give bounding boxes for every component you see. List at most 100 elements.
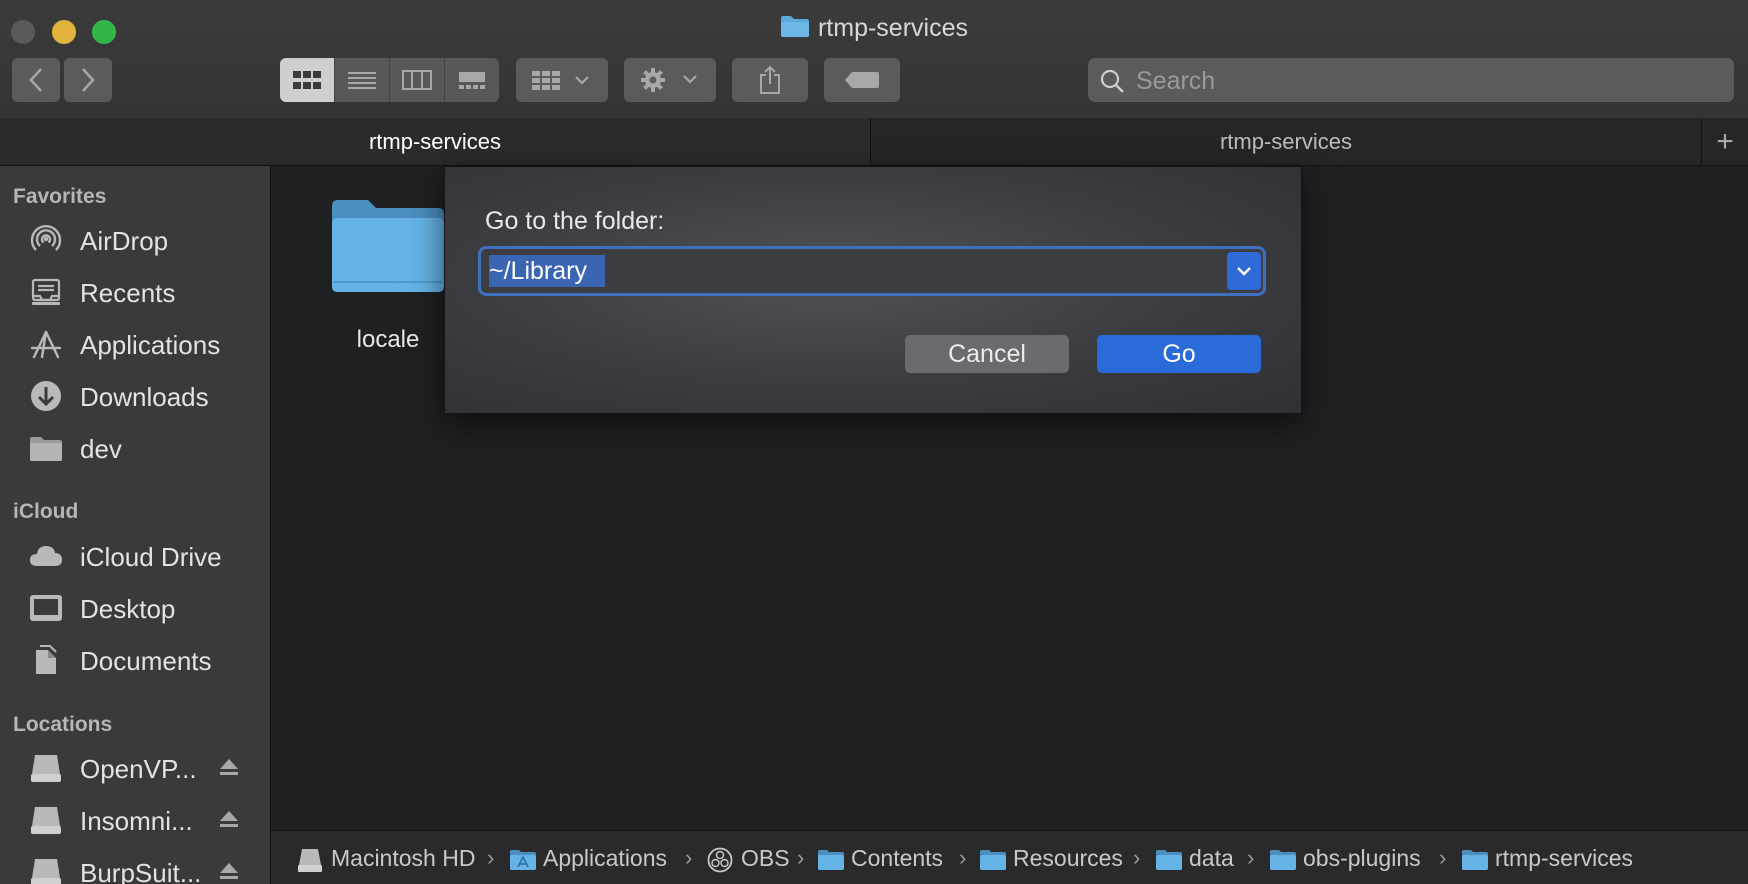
window-title: rtmp-services: [0, 14, 1748, 45]
disk-icon: [31, 755, 61, 782]
sidebar-section-locations: Locations: [13, 713, 113, 736]
list-view-button[interactable]: [335, 58, 390, 102]
folder-name-label: locale: [356, 326, 420, 353]
sidebar-item-label: Insomni...: [80, 806, 193, 836]
cancel-button[interactable]: Cancel: [905, 335, 1069, 373]
sidebar-item-label: Recents: [80, 278, 176, 308]
chevron-right-icon: ›: [487, 845, 495, 870]
tag-icon: [845, 72, 879, 88]
sidebar-item-label: Applications: [80, 330, 221, 360]
sidebar-item-desktop[interactable]: Desktop: [0, 584, 270, 632]
sidebar-item-label: AirDrop: [80, 226, 169, 256]
tags-button[interactable]: [824, 58, 900, 102]
sidebar-item-recents[interactable]: Recents: [0, 268, 270, 316]
chevron-left-icon: [29, 68, 42, 92]
folder-icon: [1156, 850, 1182, 870]
eject-icon[interactable]: [218, 860, 240, 882]
go-to-folder-dialog: Go to the folder: Cancel Go: [444, 166, 1302, 414]
sidebar-item-label: OpenVP...: [80, 754, 197, 784]
tab-rtmp-services-1[interactable]: rtmp-services: [0, 118, 871, 165]
folder-icon: [780, 14, 810, 45]
dialog-label: Go to the folder:: [485, 207, 665, 235]
icon-view-icon: [293, 71, 321, 89]
path-history-dropdown-button[interactable]: [1227, 252, 1261, 290]
hard-drive-icon: [298, 849, 322, 872]
view-mode-control: [280, 58, 499, 102]
sidebar-item-dev[interactable]: dev: [0, 424, 270, 472]
chevron-right-icon: ›: [685, 845, 693, 870]
sidebar: Favorites AirDrop Recents Applications D…: [0, 166, 271, 884]
tab-rtmp-services-2[interactable]: rtmp-services: [871, 118, 1702, 165]
sidebar-item-label: dev: [80, 434, 122, 464]
gallery-view-button[interactable]: [445, 58, 499, 102]
airdrop-icon: [30, 225, 62, 251]
folder-locale[interactable]: [330, 196, 446, 299]
list-view-icon: [348, 72, 376, 89]
share-icon: [760, 65, 780, 94]
chevron-right-icon: ›: [1439, 845, 1447, 870]
toolbar: rtmp-services: [0, 0, 1748, 119]
gear-icon: [641, 68, 697, 92]
folder-path-input[interactable]: [489, 249, 1189, 293]
recents-icon: [31, 278, 61, 305]
chevron-right-icon: ›: [1133, 845, 1141, 870]
sidebar-item-airdrop[interactable]: AirDrop: [0, 216, 270, 264]
icon-view-button[interactable]: [280, 58, 335, 102]
folder-icon: [30, 437, 62, 461]
folder-icon: [332, 200, 444, 292]
forward-button[interactable]: [64, 58, 112, 102]
applications-icon: [30, 330, 62, 359]
tab-bar: rtmp-services rtmp-services +: [0, 118, 1748, 166]
column-view-button[interactable]: [390, 58, 445, 102]
path-bar: Macintosh HD › Applications › OBS › Cont…: [271, 830, 1748, 884]
folder-icon: [1270, 850, 1296, 870]
search-icon: [1100, 69, 1124, 93]
sidebar-item-icloud-drive[interactable]: iCloud Drive: [0, 532, 270, 580]
folder-icon: [980, 850, 1006, 870]
sidebar-item-label: iCloud Drive: [80, 542, 222, 572]
desktop-icon: [30, 595, 62, 621]
obs-icon: [707, 847, 733, 873]
chevron-right-icon: ›: [797, 845, 805, 870]
sidebar-item-insomni[interactable]: Insomni...: [0, 796, 270, 844]
sidebar-item-burpsuit[interactable]: BurpSuit...: [0, 848, 270, 884]
cloud-icon: [30, 546, 62, 566]
sidebar-item-applications[interactable]: Applications: [0, 320, 270, 368]
folder-icon: [1462, 850, 1488, 870]
sidebar-item-label: Documents: [80, 646, 212, 676]
search-field[interactable]: [1088, 58, 1734, 104]
share-button[interactable]: [732, 58, 808, 102]
applications-folder-icon: [510, 850, 536, 870]
search-input[interactable]: [1134, 58, 1718, 104]
folder-path-combobox[interactable]: [481, 249, 1263, 293]
eject-icon[interactable]: [218, 808, 240, 830]
back-button[interactable]: [12, 58, 60, 102]
group-by-button[interactable]: [516, 58, 608, 102]
column-view-icon: [402, 70, 432, 90]
chevron-right-icon: ›: [1247, 845, 1255, 870]
gallery-view-icon: [459, 72, 485, 89]
downloads-icon: [31, 381, 61, 411]
finder-window: rtmp-services Search rtmp-services rtmp-…: [0, 0, 1748, 884]
disk-icon: [31, 859, 61, 884]
disk-icon: [31, 807, 61, 834]
sidebar-section-icloud: iCloud: [13, 500, 79, 523]
chevron-right-icon: [82, 68, 95, 92]
chevron-down-icon: [1237, 267, 1251, 276]
sidebar-item-label: BurpSuit...: [80, 858, 202, 884]
sidebar-item-openvp[interactable]: OpenVP...: [0, 744, 270, 792]
chevron-right-icon: ›: [959, 845, 967, 870]
sidebar-section-favorites: Favorites: [13, 185, 107, 208]
window-title-text: rtmp-services: [817, 14, 968, 43]
documents-icon: [36, 645, 57, 674]
go-button[interactable]: Go: [1097, 335, 1261, 373]
folder-icon: [818, 850, 844, 870]
new-tab-button[interactable]: +: [1702, 118, 1748, 165]
sidebar-item-downloads[interactable]: Downloads: [0, 372, 270, 420]
eject-icon[interactable]: [218, 756, 240, 778]
sidebar-item-label: Desktop: [80, 594, 176, 624]
sidebar-item-label: Downloads: [80, 382, 209, 412]
group-icon: [532, 71, 589, 90]
action-menu-button[interactable]: [624, 58, 716, 102]
sidebar-item-documents[interactable]: Documents: [0, 636, 270, 684]
